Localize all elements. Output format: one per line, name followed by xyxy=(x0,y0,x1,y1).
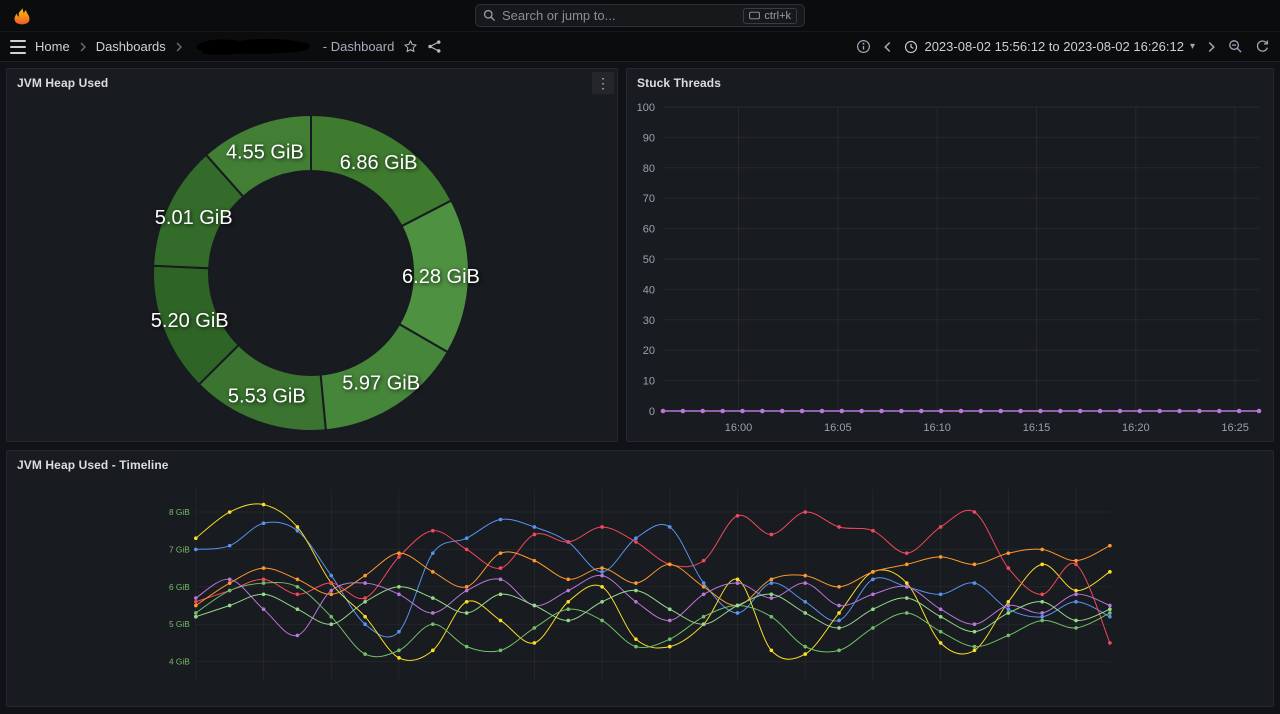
timeline-chart-area: 8 GiB 7 GiB 6 GiB 5 GiB 4 GiB xyxy=(7,479,1273,706)
jvm-heap-donut-chart: 6.86 GiB 6.28 GiB 5.97 GiB 5.53 GiB 5.20 GiB… xyxy=(7,97,617,441)
panel-stuck-threads: Stuck Threads 16:0016:0516:1016:1516:201… xyxy=(626,68,1274,442)
info-icon[interactable] xyxy=(856,39,871,54)
panel-jvm-heap-used: JVM Heap Used ⋮ 6.86 GiB 6.28 GiB 5.97 GiB… xyxy=(6,68,618,442)
hamburger-menu-icon[interactable] xyxy=(10,40,26,54)
svg-text:20: 20 xyxy=(643,345,655,357)
search-placeholder: Search or jump to... xyxy=(502,8,737,23)
stuck-threads-chart-area: 16:00 16:05 16:10 16:15 16:20 16:25 0 10 20 30 40 5… xyxy=(627,97,1273,441)
nav-bar: Home Dashboards - Dashboard xyxy=(0,32,1280,62)
panel-title: JVM Heap Used - Timeline xyxy=(17,458,169,472)
svg-text:5.97 GiB: 5.97 GiB xyxy=(342,372,420,394)
svg-text:16:25: 16:25 xyxy=(1221,422,1249,434)
svg-text:100: 100 xyxy=(637,102,655,114)
search-input[interactable]: Search or jump to... ctrl+k xyxy=(475,4,805,27)
share-icon[interactable] xyxy=(427,39,442,54)
zoom-out-icon[interactable] xyxy=(1228,39,1243,54)
breadcrumb-dashboards[interactable]: Dashboards xyxy=(96,39,166,54)
keyboard-icon xyxy=(749,11,760,20)
svg-text:16:10: 16:10 xyxy=(923,422,951,434)
shortcut-badge: ctrl+k xyxy=(743,8,797,24)
breadcrumb-home[interactable]: Home xyxy=(35,39,70,54)
redacted-scribble xyxy=(194,37,312,57)
svg-text:6.86 GiB: 6.86 GiB xyxy=(340,152,418,174)
svg-text:4 GiB: 4 GiB xyxy=(169,657,190,667)
panel-menu-kebab-icon[interactable]: ⋮ xyxy=(592,72,614,94)
svg-text:16:05: 16:05 xyxy=(824,422,852,434)
stuck-threads-chart: 16:00 16:05 16:10 16:15 16:20 16:25 0 10 20 30 40 5… xyxy=(627,97,1273,441)
svg-text:80: 80 xyxy=(643,163,655,175)
grafana-logo[interactable] xyxy=(12,5,34,27)
time-forward-icon[interactable] xyxy=(1207,41,1216,53)
panel-header: JVM Heap Used - Timeline xyxy=(7,451,1273,479)
panel-title: Stuck Threads xyxy=(637,76,721,90)
svg-text:10: 10 xyxy=(643,376,655,388)
donut-chart-area: 6.86 GiB 6.28 GiB 5.97 GiB 5.53 GiB 5.20 GiB… xyxy=(7,97,617,441)
svg-text:40: 40 xyxy=(643,284,655,296)
panel-title: JVM Heap Used xyxy=(17,76,108,90)
refresh-icon[interactable] xyxy=(1255,39,1270,54)
svg-text:50: 50 xyxy=(643,254,655,266)
svg-text:0: 0 xyxy=(649,406,655,418)
panel-header: Stuck Threads xyxy=(627,69,1273,97)
jvm-heap-timeline-chart: 8 GiB 7 GiB 6 GiB 5 GiB 4 GiB xyxy=(7,479,1273,706)
caret-down-icon: ▾ xyxy=(1190,41,1195,52)
search-icon xyxy=(483,9,496,22)
svg-text:5.20 GiB: 5.20 GiB xyxy=(151,310,229,332)
svg-text:16:15: 16:15 xyxy=(1023,422,1051,434)
svg-text:5.53 GiB: 5.53 GiB xyxy=(228,385,306,407)
chevron-right-icon xyxy=(79,42,87,52)
svg-text:30: 30 xyxy=(643,315,655,327)
svg-text:8 GiB: 8 GiB xyxy=(169,507,190,517)
breadcrumb-current: - Dashboard xyxy=(323,39,395,54)
time-range-label: 2023-08-02 15:56:12 to 2023-08-02 16:26:… xyxy=(924,39,1184,54)
svg-text:60: 60 xyxy=(643,224,655,236)
panel-jvm-heap-timeline: JVM Heap Used - Timeline 8 GiB 7 GiB 6 GiB… xyxy=(6,450,1274,707)
time-range-picker[interactable]: 2023-08-02 15:56:12 to 2023-08-02 16:26:… xyxy=(904,39,1195,54)
svg-text:7 GiB: 7 GiB xyxy=(169,544,190,554)
clock-icon xyxy=(904,40,918,54)
svg-text:16:00: 16:00 xyxy=(725,422,753,434)
svg-text:90: 90 xyxy=(643,132,655,144)
grafana-flame-icon xyxy=(12,6,32,26)
chevron-right-icon xyxy=(175,42,183,52)
shortcut-label: ctrl+k xyxy=(764,10,791,22)
time-back-icon[interactable] xyxy=(883,41,892,53)
panel-header: JVM Heap Used xyxy=(7,69,617,97)
svg-text:70: 70 xyxy=(643,193,655,205)
svg-text:5 GiB: 5 GiB xyxy=(169,619,190,629)
dashboard-grid: JVM Heap Used ⋮ 6.86 GiB 6.28 GiB 5.97 GiB… xyxy=(0,62,1280,713)
svg-text:4.55 GiB: 4.55 GiB xyxy=(226,141,304,163)
svg-text:6 GiB: 6 GiB xyxy=(169,582,190,592)
star-icon[interactable] xyxy=(403,39,418,54)
svg-text:5.01 GiB: 5.01 GiB xyxy=(155,207,233,229)
top-bar: Search or jump to... ctrl+k xyxy=(0,0,1280,32)
svg-text:16:20: 16:20 xyxy=(1122,422,1150,434)
svg-text:6.28 GiB: 6.28 GiB xyxy=(402,266,480,288)
